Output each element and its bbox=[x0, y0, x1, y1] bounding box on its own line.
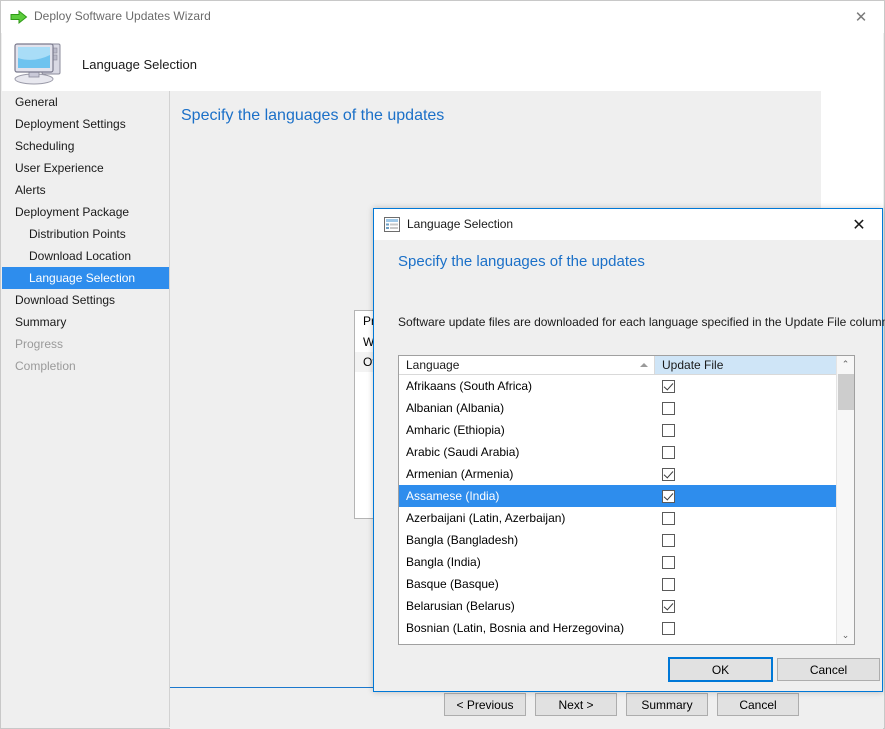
sidebar-item-language-selection[interactable]: Language Selection bbox=[2, 267, 169, 289]
list-document-icon bbox=[384, 217, 400, 232]
sidebar-item-scheduling[interactable]: Scheduling bbox=[2, 135, 169, 157]
checkbox-unchecked-icon[interactable] bbox=[662, 402, 675, 415]
cancel-button[interactable]: Cancel bbox=[777, 658, 880, 681]
language-row[interactable]: Bangla (India) bbox=[399, 551, 838, 573]
sidebar-item-completion: Completion bbox=[2, 355, 169, 377]
wizard-title-bar: Deploy Software Updates Wizard ✕ bbox=[1, 1, 884, 33]
checkbox-checked-icon[interactable] bbox=[662, 490, 675, 503]
language-row[interactable]: Assamese (India) bbox=[399, 485, 838, 507]
update-file-cell[interactable] bbox=[655, 555, 838, 569]
checkbox-unchecked-icon[interactable] bbox=[662, 534, 675, 547]
sidebar-item-alerts[interactable]: Alerts bbox=[2, 179, 169, 201]
screen: Deploy Software Updates Wizard ✕ Languag… bbox=[0, 0, 885, 729]
column-header-language-label: Language bbox=[406, 358, 459, 372]
scroll-up-icon[interactable]: ⌃ bbox=[837, 356, 854, 373]
dialog-description: Software update files are downloaded for… bbox=[398, 315, 885, 329]
language-name: Assamese (India) bbox=[399, 489, 655, 503]
dialog-close-icon[interactable]: ✕ bbox=[836, 209, 882, 239]
close-icon[interactable]: ✕ bbox=[838, 1, 884, 32]
language-row[interactable]: Bosnian (Latin, Bosnia and Herzegovina) bbox=[399, 617, 838, 639]
wizard-header: Language Selection bbox=[2, 33, 883, 91]
summary-button[interactable]: Summary bbox=[626, 693, 708, 716]
checkbox-checked-icon[interactable] bbox=[662, 380, 675, 393]
language-name: Albanian (Albania) bbox=[399, 401, 655, 415]
language-name: Armenian (Armenia) bbox=[399, 467, 655, 481]
ok-button[interactable]: OK bbox=[669, 658, 772, 681]
column-header-update-file[interactable]: Update File bbox=[655, 356, 838, 374]
sidebar-item-progress: Progress bbox=[2, 333, 169, 355]
listview-header-row: Language Update File bbox=[399, 356, 838, 375]
dialog-title-bar: Language Selection ✕ bbox=[374, 209, 882, 240]
language-row[interactable]: Amharic (Ethiopia) bbox=[399, 419, 838, 441]
language-row[interactable]: Basque (Basque) bbox=[399, 573, 838, 595]
language-name: Arabic (Saudi Arabia) bbox=[399, 445, 655, 459]
update-file-cell[interactable] bbox=[655, 511, 838, 525]
update-file-cell[interactable] bbox=[655, 423, 838, 437]
sidebar-item-user-experience[interactable]: User Experience bbox=[2, 157, 169, 179]
update-file-cell[interactable] bbox=[655, 577, 838, 591]
checkbox-unchecked-icon[interactable] bbox=[662, 424, 675, 437]
checkbox-unchecked-icon[interactable] bbox=[662, 512, 675, 525]
language-name: Bangla (India) bbox=[399, 555, 655, 569]
page-title: Specify the languages of the updates bbox=[181, 107, 444, 125]
checkbox-unchecked-icon[interactable] bbox=[662, 622, 675, 635]
language-row[interactable]: Arabic (Saudi Arabia) bbox=[399, 441, 838, 463]
column-header-language[interactable]: Language bbox=[399, 356, 655, 374]
language-name: Afrikaans (South Africa) bbox=[399, 379, 655, 393]
update-file-cell[interactable] bbox=[655, 379, 838, 393]
language-name: Amharic (Ethiopia) bbox=[399, 423, 655, 437]
scrollbar-thumb[interactable] bbox=[838, 374, 854, 410]
language-listview[interactable]: Language Update File Afrikaans (South Af… bbox=[398, 355, 855, 645]
wizard-step-sidebar: GeneralDeployment SettingsSchedulingUser… bbox=[2, 91, 170, 727]
language-selection-dialog: Language Selection ✕ Specify the languag… bbox=[373, 208, 883, 692]
checkbox-unchecked-icon[interactable] bbox=[662, 556, 675, 569]
language-row[interactable]: Belarusian (Belarus) bbox=[399, 595, 838, 617]
language-name: Azerbaijani (Latin, Azerbaijan) bbox=[399, 511, 655, 525]
checkbox-checked-icon[interactable] bbox=[662, 600, 675, 613]
sidebar-item-general[interactable]: General bbox=[2, 91, 169, 113]
sort-ascending-icon bbox=[640, 363, 648, 367]
language-name: Belarusian (Belarus) bbox=[399, 599, 655, 613]
update-file-cell[interactable] bbox=[655, 489, 838, 503]
checkbox-unchecked-icon[interactable] bbox=[662, 578, 675, 591]
wizard-title: Deploy Software Updates Wizard bbox=[34, 9, 211, 23]
computer-icon bbox=[11, 37, 73, 87]
wizard-button-bar: < Previous Next > Summary Cancel bbox=[170, 688, 883, 729]
column-header-update-file-label: Update File bbox=[662, 358, 723, 372]
language-name: Basque (Basque) bbox=[399, 577, 655, 591]
previous-button[interactable]: < Previous bbox=[444, 693, 526, 716]
green-arrow-icon bbox=[10, 9, 28, 25]
update-file-cell[interactable] bbox=[655, 445, 838, 459]
dialog-heading: Specify the languages of the updates bbox=[398, 253, 645, 270]
listview-scrollbar[interactable]: ⌃ ⌄ bbox=[836, 356, 854, 644]
language-name: Bangla (Bangladesh) bbox=[399, 533, 655, 547]
cancel-button[interactable]: Cancel bbox=[717, 693, 799, 716]
scroll-down-icon[interactable]: ⌄ bbox=[837, 627, 854, 644]
sidebar-item-distribution-points[interactable]: Distribution Points bbox=[2, 223, 169, 245]
sidebar-item-summary[interactable]: Summary bbox=[2, 311, 169, 333]
update-file-cell[interactable] bbox=[655, 599, 838, 613]
update-file-cell[interactable] bbox=[655, 467, 838, 481]
wizard-page-title: Language Selection bbox=[82, 57, 197, 72]
checkbox-checked-icon[interactable] bbox=[662, 468, 675, 481]
update-file-cell[interactable] bbox=[655, 621, 838, 635]
language-row[interactable]: Afrikaans (South Africa) bbox=[399, 375, 838, 397]
update-file-cell[interactable] bbox=[655, 533, 838, 547]
language-row[interactable]: Albanian (Albania) bbox=[399, 397, 838, 419]
checkbox-unchecked-icon[interactable] bbox=[662, 446, 675, 459]
language-row[interactable]: Armenian (Armenia) bbox=[399, 463, 838, 485]
dialog-title: Language Selection bbox=[407, 217, 513, 231]
sidebar-item-download-settings[interactable]: Download Settings bbox=[2, 289, 169, 311]
sidebar-item-deployment-settings[interactable]: Deployment Settings bbox=[2, 113, 169, 135]
language-name: Bosnian (Latin, Bosnia and Herzegovina) bbox=[399, 621, 655, 635]
listview-rows: Afrikaans (South Africa) Albanian (Albani… bbox=[399, 375, 838, 644]
sidebar-item-download-location[interactable]: Download Location bbox=[2, 245, 169, 267]
update-file-cell[interactable] bbox=[655, 401, 838, 415]
sidebar-item-deployment-package[interactable]: Deployment Package bbox=[2, 201, 169, 223]
language-row[interactable]: Bangla (Bangladesh) bbox=[399, 529, 838, 551]
language-row[interactable]: Azerbaijani (Latin, Azerbaijan) bbox=[399, 507, 838, 529]
next-button[interactable]: Next > bbox=[535, 693, 617, 716]
